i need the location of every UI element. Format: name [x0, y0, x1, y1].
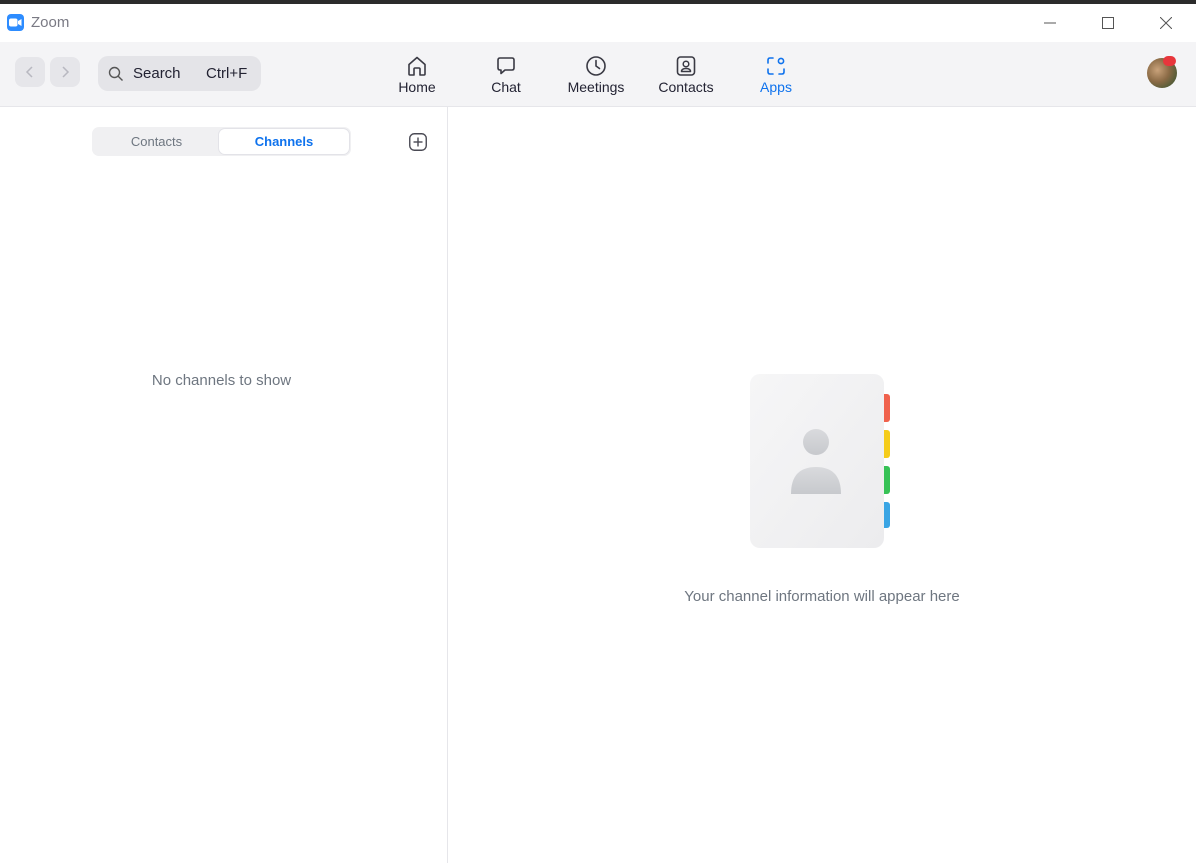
tab-chat[interactable]: Chat: [461, 42, 551, 106]
channel-detail-panel: Your channel information will appear her…: [448, 107, 1196, 863]
tab-contacts-label: Contacts: [658, 79, 714, 95]
tab-contacts[interactable]: Contacts: [641, 42, 731, 106]
home-icon: [408, 56, 426, 76]
maximize-icon: [1102, 17, 1114, 29]
zoom-logo-icon: [7, 14, 24, 31]
chevron-left-icon: [25, 66, 33, 78]
minimize-button[interactable]: [1021, 4, 1079, 42]
empty-channel-info-message: Your channel information will appear her…: [684, 588, 960, 605]
minimize-icon: [1044, 22, 1056, 24]
maximize-button[interactable]: [1079, 4, 1137, 42]
close-button[interactable]: [1137, 4, 1195, 42]
tab-chat-label: Chat: [491, 79, 521, 95]
search-shortcut: Ctrl+F: [206, 65, 248, 82]
channels-sidebar: Contacts Channels No channels to show: [0, 107, 448, 863]
tab-meetings-label: Meetings: [567, 79, 625, 95]
tab-apps[interactable]: Apps: [731, 42, 821, 106]
segment-contacts[interactable]: Contacts: [94, 129, 219, 154]
clock-icon: [586, 56, 606, 76]
back-button[interactable]: [15, 57, 45, 87]
tab-home-label: Home: [398, 79, 436, 95]
search-icon: [108, 66, 123, 81]
chevron-right-icon: [62, 66, 70, 78]
chat-icon: [497, 57, 515, 75]
contacts-channels-switcher: Contacts Channels: [92, 127, 351, 156]
add-channel-button[interactable]: [409, 133, 427, 151]
title-bar: Zoom: [0, 4, 1196, 42]
apps-icon: [767, 57, 785, 75]
empty-channels-message: No channels to show: [151, 372, 292, 389]
tab-apps-label: Apps: [760, 79, 792, 95]
forward-button[interactable]: [50, 57, 80, 87]
address-book-icon: [750, 374, 890, 548]
main-toolbar: Search Ctrl+F Home Chat Meetings Contact…: [0, 42, 1196, 107]
segment-channels[interactable]: Channels: [219, 129, 349, 154]
search-label: Search: [133, 65, 181, 82]
camera-status-badge: [1163, 56, 1176, 66]
tab-meetings[interactable]: Meetings: [551, 42, 641, 106]
tab-home[interactable]: Home: [372, 42, 462, 106]
app-title: Zoom: [31, 14, 70, 31]
search-box[interactable]: Search Ctrl+F: [98, 56, 261, 91]
close-icon: [1160, 17, 1172, 29]
contacts-icon: [676, 56, 696, 76]
